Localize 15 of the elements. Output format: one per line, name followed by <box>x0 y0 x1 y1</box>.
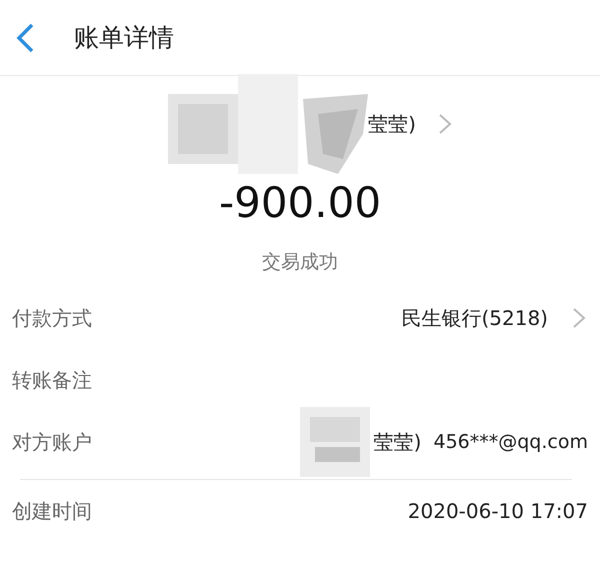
detail-label: 付款方式 <box>12 304 93 332</box>
created-time: 2020-06-10 17:07 <box>408 499 588 523</box>
back-icon[interactable] <box>14 22 36 54</box>
chevron-icon[interactable] <box>572 307 586 329</box>
detail-label: 转账备注 <box>12 366 93 394</box>
amount: -900.00 <box>218 178 382 227</box>
chevron-icon[interactable] <box>438 113 452 135</box>
counterparty-name: 莹莹) <box>368 110 416 138</box>
page-title: 账单详情 <box>74 22 174 54</box>
account-email: 456***@qq.com <box>433 431 588 453</box>
counterparty-name: 莹莹) <box>374 428 422 456</box>
detail-label: 创建时间 <box>12 498 93 524</box>
payment-method[interactable]: 民生银行(5218) <box>401 304 548 332</box>
transaction-status: 交易成功 <box>262 250 338 275</box>
detail-label: 对方账户 <box>12 428 93 456</box>
